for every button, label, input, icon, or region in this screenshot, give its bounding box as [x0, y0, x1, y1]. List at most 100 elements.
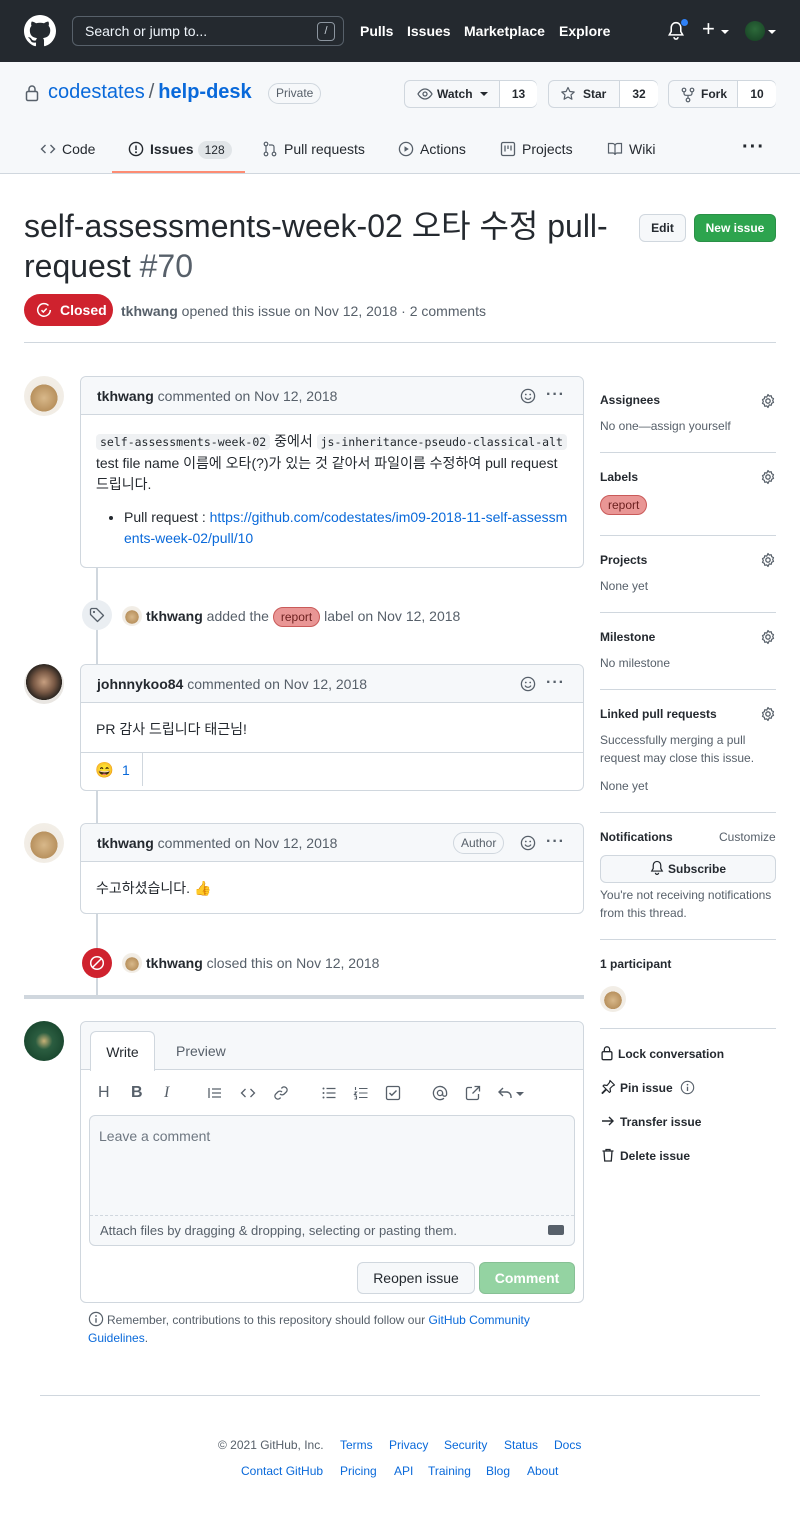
edit-button[interactable]: Edit [639, 214, 686, 242]
subscribe-button[interactable]: Subscribe [600, 855, 776, 883]
italic-icon[interactable]: I [164, 1084, 169, 1102]
customize-link[interactable]: Customize [719, 828, 776, 846]
footer-link-blog[interactable]: Blog [486, 1464, 510, 1478]
watch-button[interactable]: Watch 13 [404, 80, 537, 108]
avatar[interactable] [745, 21, 765, 41]
footer-link-api[interactable]: API [394, 1464, 413, 1478]
avatar[interactable] [24, 664, 64, 704]
avatar[interactable] [122, 953, 142, 973]
projects-heading[interactable]: Projects [600, 553, 647, 567]
chevron-down-icon[interactable] [516, 1092, 524, 1096]
gear-icon[interactable] [760, 706, 776, 722]
assignees-heading[interactable]: Assignees [600, 393, 660, 407]
footer-link-contact[interactable]: Contact GitHub [241, 1464, 323, 1478]
comment-textarea[interactable]: Leave a comment Attach files by dragging… [89, 1115, 575, 1246]
footer-link-about[interactable]: About [527, 1464, 558, 1478]
new-issue-button[interactable]: New issue [694, 214, 776, 242]
smiley-icon[interactable] [520, 676, 536, 692]
smiley-icon[interactable] [520, 835, 536, 851]
gear-icon[interactable] [760, 469, 776, 485]
bold-icon[interactable]: B [131, 1084, 143, 1102]
tab-preview[interactable]: Preview [176, 1043, 226, 1059]
assignees-value[interactable]: No one—assign yourself [600, 417, 731, 435]
star-count[interactable]: 32 [619, 81, 658, 107]
repo-owner-link[interactable]: codestates [48, 81, 145, 103]
kebab-menu-icon[interactable]: ··· [546, 833, 565, 851]
search-input[interactable]: Search or jump to... / [72, 16, 344, 46]
tab-actions[interactable]: Actions [398, 141, 466, 157]
tab-write[interactable]: Write [90, 1031, 155, 1071]
milestone-heading[interactable]: Milestone [600, 630, 655, 644]
watch-count[interactable]: 13 [499, 81, 537, 107]
comment-author-link[interactable]: johnnykoo84 [97, 676, 183, 692]
repo-name-link[interactable]: help-desk [158, 81, 251, 103]
footer-link-training[interactable]: Training [428, 1464, 471, 1478]
nav-explore[interactable]: Explore [559, 23, 610, 39]
nav-marketplace[interactable]: Marketplace [464, 23, 545, 39]
nav-issues[interactable]: Issues [407, 23, 451, 39]
kebab-menu-icon[interactable]: ··· [546, 674, 565, 692]
label-badge[interactable]: report [272, 607, 321, 627]
reaction-button[interactable]: 😄 1 [81, 753, 143, 786]
labels-heading[interactable]: Labels [600, 470, 638, 484]
footer-link-security[interactable]: Security [444, 1438, 487, 1452]
task-list-icon[interactable] [385, 1085, 401, 1101]
github-logo-icon[interactable] [24, 15, 56, 47]
more-tabs-button[interactable]: ··· [742, 136, 765, 159]
chevron-down-icon[interactable] [768, 30, 776, 34]
comment-button[interactable]: Comment [479, 1262, 575, 1294]
linked-prs-heading[interactable]: Linked pull requests [600, 707, 717, 721]
reply-icon[interactable] [497, 1085, 513, 1101]
transfer-issue-button[interactable]: Transfer issue [600, 1113, 701, 1129]
gear-icon[interactable] [760, 629, 776, 645]
gear-icon[interactable] [760, 393, 776, 409]
smiley-icon[interactable] [520, 388, 536, 404]
divider [600, 939, 776, 940]
pin-issue-button[interactable]: Pin issue [600, 1079, 699, 1095]
avatar[interactable] [600, 986, 626, 1012]
comment-author-link[interactable]: tkhwang [97, 835, 154, 851]
comment-timestamp[interactable]: commented on Nov 12, 2018 [158, 388, 338, 404]
tab-projects[interactable]: Projects [500, 141, 573, 157]
fork-button[interactable]: Fork 10 [668, 80, 776, 108]
reopen-issue-button[interactable]: Reopen issue [357, 1262, 475, 1294]
unordered-list-icon[interactable] [321, 1085, 337, 1101]
delete-issue-button[interactable]: Delete issue [600, 1147, 690, 1163]
comment-timestamp[interactable]: commented on Nov 12, 2018 [158, 835, 338, 851]
star-button[interactable]: Star 32 [548, 80, 658, 108]
footer-link-status[interactable]: Status [504, 1438, 538, 1452]
avatar[interactable] [24, 823, 64, 863]
event-actor-link[interactable]: tkhwang [146, 608, 203, 624]
event-actor-link[interactable]: tkhwang [146, 955, 203, 971]
tab-pull-requests[interactable]: Pull requests [262, 141, 365, 157]
cross-reference-icon[interactable] [465, 1085, 481, 1101]
mention-icon[interactable] [432, 1085, 448, 1101]
comment-author-link[interactable]: tkhwang [97, 388, 154, 404]
comment-timestamp[interactable]: commented on Nov 12, 2018 [187, 676, 367, 692]
tab-code[interactable]: Code [40, 141, 95, 157]
plus-icon[interactable]: + [702, 18, 715, 40]
avatar[interactable] [122, 606, 142, 626]
fork-count[interactable]: 10 [737, 81, 776, 107]
avatar[interactable] [24, 376, 64, 416]
issue-author-link[interactable]: tkhwang [121, 303, 178, 319]
footer-link-docs[interactable]: Docs [554, 1438, 581, 1452]
label-badge[interactable]: report [600, 495, 648, 515]
footer-link-terms[interactable]: Terms [340, 1438, 373, 1452]
code-icon[interactable] [240, 1085, 256, 1101]
gear-icon[interactable] [760, 552, 776, 568]
link-icon[interactable] [273, 1085, 289, 1101]
page-title: self-assessments-week-02 오타 수정 pull- req… [24, 206, 624, 286]
footer-link-privacy[interactable]: Privacy [389, 1438, 428, 1452]
chevron-down-icon[interactable] [721, 30, 729, 34]
lock-conversation-button[interactable]: Lock conversation [600, 1045, 724, 1061]
quote-icon[interactable] [207, 1085, 223, 1101]
kebab-menu-icon[interactable]: ··· [546, 386, 565, 404]
tab-wiki[interactable]: Wiki [607, 141, 655, 157]
attach-files-area[interactable]: Attach files by dragging & dropping, sel… [90, 1215, 574, 1245]
nav-pulls[interactable]: Pulls [360, 23, 393, 39]
tab-issues[interactable]: Issues 128 [128, 141, 232, 159]
heading-icon[interactable]: H [98, 1084, 110, 1102]
ordered-list-icon[interactable] [353, 1085, 369, 1101]
footer-link-pricing[interactable]: Pricing [340, 1464, 377, 1478]
